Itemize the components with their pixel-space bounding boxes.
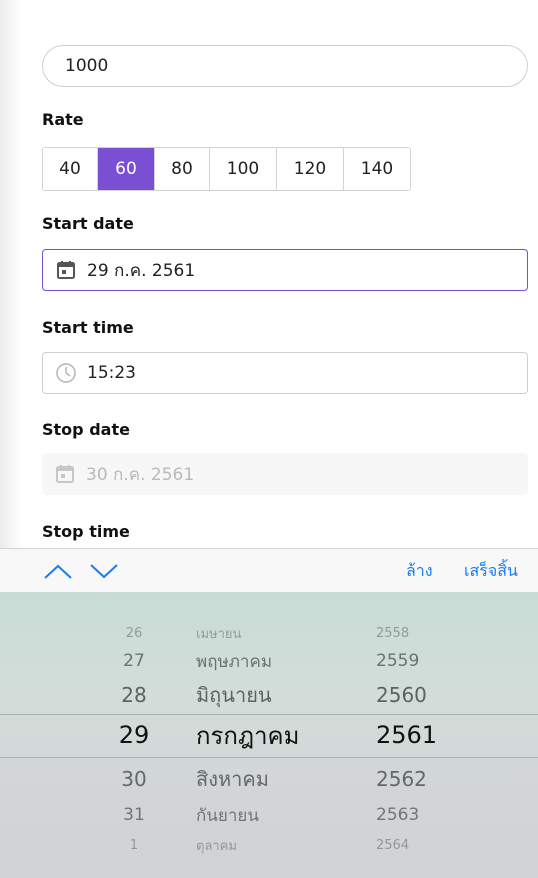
picker-day: 30 — [121, 767, 147, 791]
picker-day: 29 — [118, 721, 150, 749]
picker-year: 2558 — [376, 625, 410, 641]
picker-row[interactable]: 27 พฤษภาคม 2559 — [0, 644, 538, 678]
picker-year: 2563 — [376, 805, 420, 825]
done-button[interactable]: เสร็จสิ้น — [464, 559, 518, 584]
picker-day: 1 — [129, 837, 139, 853]
clear-button[interactable]: ล้าง — [406, 559, 433, 584]
stop-date-input[interactable]: 30 ก.ค. 2561 — [42, 453, 528, 495]
rate-option-80[interactable]: 80 — [155, 148, 210, 190]
picker-year: 2560 — [376, 683, 427, 707]
rate-option-100[interactable]: 100 — [210, 148, 277, 190]
picker-month: พฤษภาคม — [196, 651, 273, 672]
picker-day: 28 — [121, 683, 147, 707]
left-edge-shadow — [0, 0, 22, 548]
picker-month: กันยายน — [196, 805, 260, 826]
picker-row[interactable]: 30 สิงหาคม 2562 — [0, 762, 538, 796]
picker-row[interactable]: 1 ตุลาคม 2564 — [0, 828, 538, 862]
rate-label: Rate — [42, 110, 84, 129]
start-time-value: 15:23 — [87, 363, 136, 383]
amount-value: 1000 — [65, 56, 109, 76]
stop-time-label: Stop time — [42, 522, 130, 541]
picker-day: 26 — [125, 625, 143, 641]
picker-toolbar: ล้าง เสร็จสิ้น — [0, 548, 538, 592]
rate-option-120[interactable]: 120 — [277, 148, 344, 190]
picker-year: 2562 — [376, 767, 427, 791]
picker-month: สิงหาคม — [196, 767, 269, 791]
start-time-label: Start time — [42, 318, 134, 337]
calendar-icon — [54, 463, 76, 485]
picker-month: มิถุนายน — [196, 683, 272, 707]
stop-date-label: Stop date — [42, 420, 130, 439]
picker-year: 2559 — [376, 651, 420, 671]
chevron-up-icon[interactable] — [42, 561, 74, 581]
picker-row[interactable]: 31 กันยายน 2563 — [0, 798, 538, 832]
picker-row[interactable]: 28 มิถุนายน 2560 — [0, 678, 538, 712]
picker-row[interactable]: 29 กรกฎาคม 2561 — [0, 718, 538, 752]
stop-date-value: 30 ก.ค. 2561 — [86, 464, 195, 485]
start-date-value: 29 ก.ค. 2561 — [87, 260, 196, 281]
rate-option-40[interactable]: 40 — [43, 148, 98, 190]
picker-day: 31 — [123, 805, 145, 825]
picker-month: ตุลาคม — [196, 838, 237, 854]
clock-icon — [55, 362, 77, 384]
rate-option-140[interactable]: 140 — [344, 148, 410, 190]
start-date-input[interactable]: 29 ก.ค. 2561 — [42, 249, 528, 291]
rate-segmented-control: 40 60 80 100 120 140 — [42, 147, 411, 191]
start-date-label: Start date — [42, 214, 134, 233]
picker-day: 27 — [123, 651, 145, 671]
calendar-icon — [55, 259, 77, 281]
start-time-input[interactable]: 15:23 — [42, 352, 528, 394]
picker-year: 2561 — [376, 721, 438, 749]
picker-year: 2564 — [376, 837, 410, 853]
date-picker-wheel[interactable]: 26 เมษายน 2558 27 พฤษภาคม 2559 28 มิถุนายน 2560 2… — [0, 592, 538, 878]
amount-input[interactable]: 1000 — [42, 45, 528, 87]
rate-option-60[interactable]: 60 — [98, 148, 155, 190]
picker-month: เมษายน — [196, 626, 242, 642]
picker-month: กรกฎาคม — [196, 721, 300, 750]
picker-rows: 26 เมษายน 2558 27 พฤษภาคม 2559 28 มิถุนายน 2560 2… — [0, 592, 538, 878]
chevron-down-icon[interactable] — [88, 561, 120, 581]
